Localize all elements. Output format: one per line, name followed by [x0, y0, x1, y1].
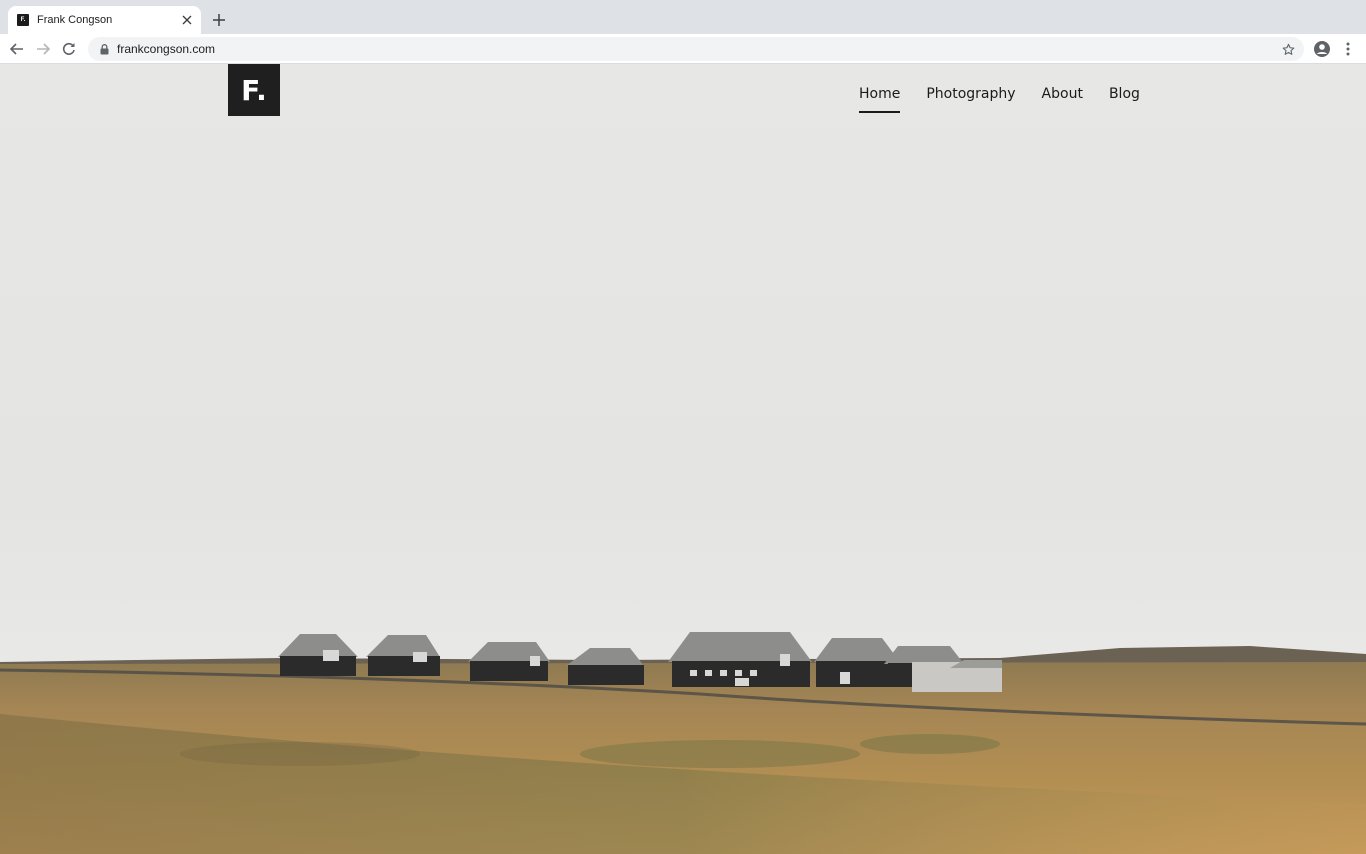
tab-strip: F. Frank Congson: [0, 0, 1366, 34]
browser-toolbar: frankcongson.com: [0, 34, 1366, 64]
tab-title: Frank Congson: [37, 14, 113, 26]
address-bar[interactable]: frankcongson.com: [88, 37, 1304, 61]
nav-blog-link[interactable]: Blog: [1109, 86, 1140, 113]
page-content: F. Home Photography About Blog: [0, 64, 1366, 854]
nav-home-link[interactable]: Home: [859, 86, 901, 113]
star-icon[interactable]: [1280, 41, 1296, 57]
favicon-icon: F.: [17, 14, 29, 26]
back-arrow-icon[interactable]: [7, 39, 27, 59]
lock-icon[interactable]: [98, 43, 110, 55]
nav-photography-link[interactable]: Photography: [926, 86, 1015, 113]
plus-icon[interactable]: [210, 11, 228, 29]
close-icon[interactable]: [179, 12, 195, 28]
reload-icon[interactable]: [59, 39, 79, 59]
forward-arrow-icon[interactable]: [33, 39, 53, 59]
url-text[interactable]: frankcongson.com: [117, 42, 215, 56]
hero-landscape-image: [0, 632, 1366, 854]
site-logo[interactable]: F.: [228, 64, 280, 116]
main-navigation: Home Photography About Blog: [859, 86, 1140, 113]
nav-about-link[interactable]: About: [1042, 86, 1083, 113]
account-icon[interactable]: [1313, 40, 1331, 58]
browser-tab[interactable]: F. Frank Congson: [8, 6, 201, 34]
kebab-menu-icon[interactable]: [1340, 40, 1356, 58]
